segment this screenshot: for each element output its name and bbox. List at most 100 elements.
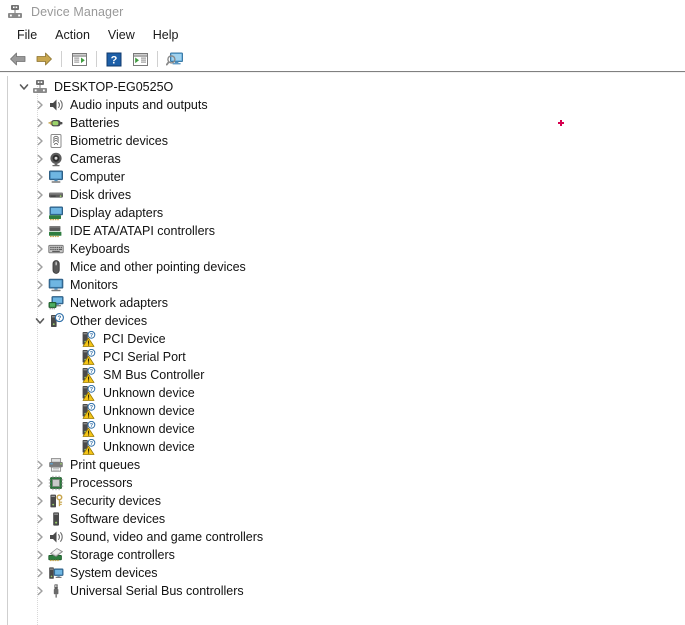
tree-root-node[interactable]: DESKTOP-EG0525O (8, 78, 685, 96)
svg-text:?: ? (90, 369, 93, 375)
menu-help[interactable]: Help (144, 27, 188, 44)
system-device-icon (49, 567, 64, 579)
help-button[interactable]: ? (101, 48, 127, 70)
battery-icon (48, 120, 63, 127)
storage-controller-icon (48, 548, 63, 562)
tree-item-system-devices[interactable]: System devices (8, 564, 685, 582)
expand-collapse-toggle-collapsed[interactable] (32, 276, 48, 294)
mouse-icon (48, 259, 64, 275)
expand-collapse-toggle-collapsed[interactable] (32, 96, 48, 114)
tree-item-print-queues[interactable]: Print queues (8, 456, 685, 474)
tree-item-label: Software devices (70, 512, 166, 526)
tree-item-label: System devices (70, 566, 158, 580)
forward-button[interactable] (31, 48, 57, 70)
menu-action[interactable]: Action (46, 27, 99, 44)
expand-collapse-toggle-collapsed[interactable] (32, 204, 48, 222)
expand-collapse-toggle-collapsed[interactable] (32, 564, 48, 582)
tree-item-keyboards[interactable]: Keyboards (8, 240, 685, 258)
tree-item-label: Disk drives (70, 188, 132, 202)
monitor-screen-icon (48, 277, 64, 293)
tree-item-storage-controllers[interactable]: Storage controllers (8, 546, 685, 564)
tree-item-unknown-device[interactable]: ? Unknown device (8, 384, 685, 402)
unknown-device-warning-icon: ? (81, 438, 97, 455)
expand-collapse-toggle-collapsed[interactable] (32, 456, 48, 474)
tree-item-unknown-device[interactable]: ? Unknown device (8, 420, 685, 438)
sound-controller-icon (50, 531, 63, 543)
tree-item-ide-ata-atapi-controllers[interactable]: IDE ATA/ATAPI controllers (8, 222, 685, 240)
ide-controller-icon (48, 223, 64, 239)
expand-collapse-toggle-collapsed[interactable] (32, 168, 48, 186)
usb-controller-icon (48, 583, 64, 599)
other-devices-icon: ? (51, 313, 64, 327)
unknown-device-warning-icon: ? (81, 420, 97, 437)
tree-item-security-devices[interactable]: Security devices (8, 492, 685, 510)
chevron-right-icon (37, 586, 43, 596)
chevron-right-icon (37, 226, 43, 236)
tree-item-label: PCI Device (103, 332, 166, 346)
expand-collapse-toggle-collapsed[interactable] (32, 222, 48, 240)
tree-item-disk-drives[interactable]: Disk drives (8, 186, 685, 204)
tree-item-label: Computer (70, 170, 125, 184)
tree-item-biometric-devices[interactable]: Biometric devices (8, 132, 685, 150)
tree-item-batteries[interactable]: Batteries (8, 114, 685, 132)
forward-arrow-icon (36, 52, 52, 66)
tree-item-sm-bus-controller[interactable]: ? SM Bus Controller (8, 366, 685, 384)
tree-item-monitors[interactable]: Monitors (8, 276, 685, 294)
tree-item-audio-inputs-and-outputs[interactable]: Audio inputs and outputs (8, 96, 685, 114)
monitor-screen-icon (48, 278, 64, 292)
menu-view[interactable]: View (99, 27, 144, 44)
expand-collapse-toggle-collapsed[interactable] (32, 132, 48, 150)
device-tree-pane[interactable]: DESKTOP-EG0525O Audio inputs and outputs B… (7, 76, 685, 625)
tree-item-label: Batteries (70, 116, 120, 130)
svg-text:?: ? (90, 387, 93, 393)
expand-collapse-toggle-collapsed[interactable] (32, 114, 48, 132)
device-manager-window: Device Manager File Action View Help ? D… (0, 0, 685, 625)
chevron-down-icon (35, 318, 45, 324)
tree-item-other-devices[interactable]: ? Other devices (8, 312, 685, 330)
tree-item-computer[interactable]: Computer (8, 168, 685, 186)
scan-for-hardware-changes-button[interactable] (162, 48, 188, 70)
expand-collapse-toggle-collapsed[interactable] (32, 186, 48, 204)
expand-collapse-toggle-collapsed[interactable] (32, 150, 48, 168)
unknown-device-warning-icon: ? (82, 384, 96, 401)
expand-collapse-toggle-collapsed[interactable] (32, 294, 48, 312)
show-hide-console-tree-button[interactable] (66, 48, 92, 70)
tree-item-sound-video-and-game-controllers[interactable]: Sound, video and game controllers (8, 528, 685, 546)
expand-collapse-toggle-collapsed[interactable] (32, 492, 48, 510)
tree-item-software-devices[interactable]: Software devices (8, 510, 685, 528)
tree-item-universal-serial-bus-controllers[interactable]: Universal Serial Bus controllers (8, 582, 685, 600)
expand-collapse-toggle-collapsed[interactable] (32, 528, 48, 546)
tree-item-pci-device[interactable]: ? PCI Device (8, 330, 685, 348)
tree-item-pci-serial-port[interactable]: ? PCI Serial Port (8, 348, 685, 366)
computer-root-icon (33, 80, 47, 93)
expand-collapse-toggle-collapsed[interactable] (32, 474, 48, 492)
expand-collapse-toggle-expanded[interactable] (32, 312, 48, 330)
expand-collapse-toggle-expanded[interactable] (16, 78, 32, 96)
tree-item-network-adapters[interactable]: Network adapters (8, 294, 685, 312)
expand-collapse-toggle-collapsed[interactable] (32, 240, 48, 258)
back-button[interactable] (5, 48, 31, 70)
tree-item-label: Audio inputs and outputs (70, 98, 208, 112)
tree-item-unknown-device[interactable]: ? Unknown device (8, 438, 685, 456)
tree-item-mice-and-other-pointing-devices[interactable]: Mice and other pointing devices (8, 258, 685, 276)
expand-collapse-toggle-collapsed[interactable] (32, 510, 48, 528)
chevron-right-icon (37, 514, 43, 524)
expand-collapse-toggle-collapsed[interactable] (32, 546, 48, 564)
tree-item-label: Processors (70, 476, 133, 490)
svg-text:?: ? (111, 54, 118, 66)
tree-item-label: IDE ATA/ATAPI controllers (70, 224, 215, 238)
tree-item-cameras[interactable]: Cameras (8, 150, 685, 168)
computer-root-icon (32, 79, 48, 95)
expand-collapse-toggle-collapsed[interactable] (32, 582, 48, 600)
expand-collapse-toggle-collapsed[interactable] (32, 258, 48, 276)
tree-item-processors[interactable]: Processors (8, 474, 685, 492)
chevron-right-icon (37, 208, 43, 218)
tree-item-unknown-device[interactable]: ? Unknown device (8, 402, 685, 420)
properties-button[interactable] (127, 48, 153, 70)
menu-file[interactable]: File (8, 27, 46, 44)
display-adapter-icon (49, 206, 63, 221)
console-tree-icon (71, 52, 87, 66)
unknown-device-warning-icon: ? (82, 420, 96, 437)
display-adapter-icon (48, 205, 64, 221)
tree-item-display-adapters[interactable]: Display adapters (8, 204, 685, 222)
